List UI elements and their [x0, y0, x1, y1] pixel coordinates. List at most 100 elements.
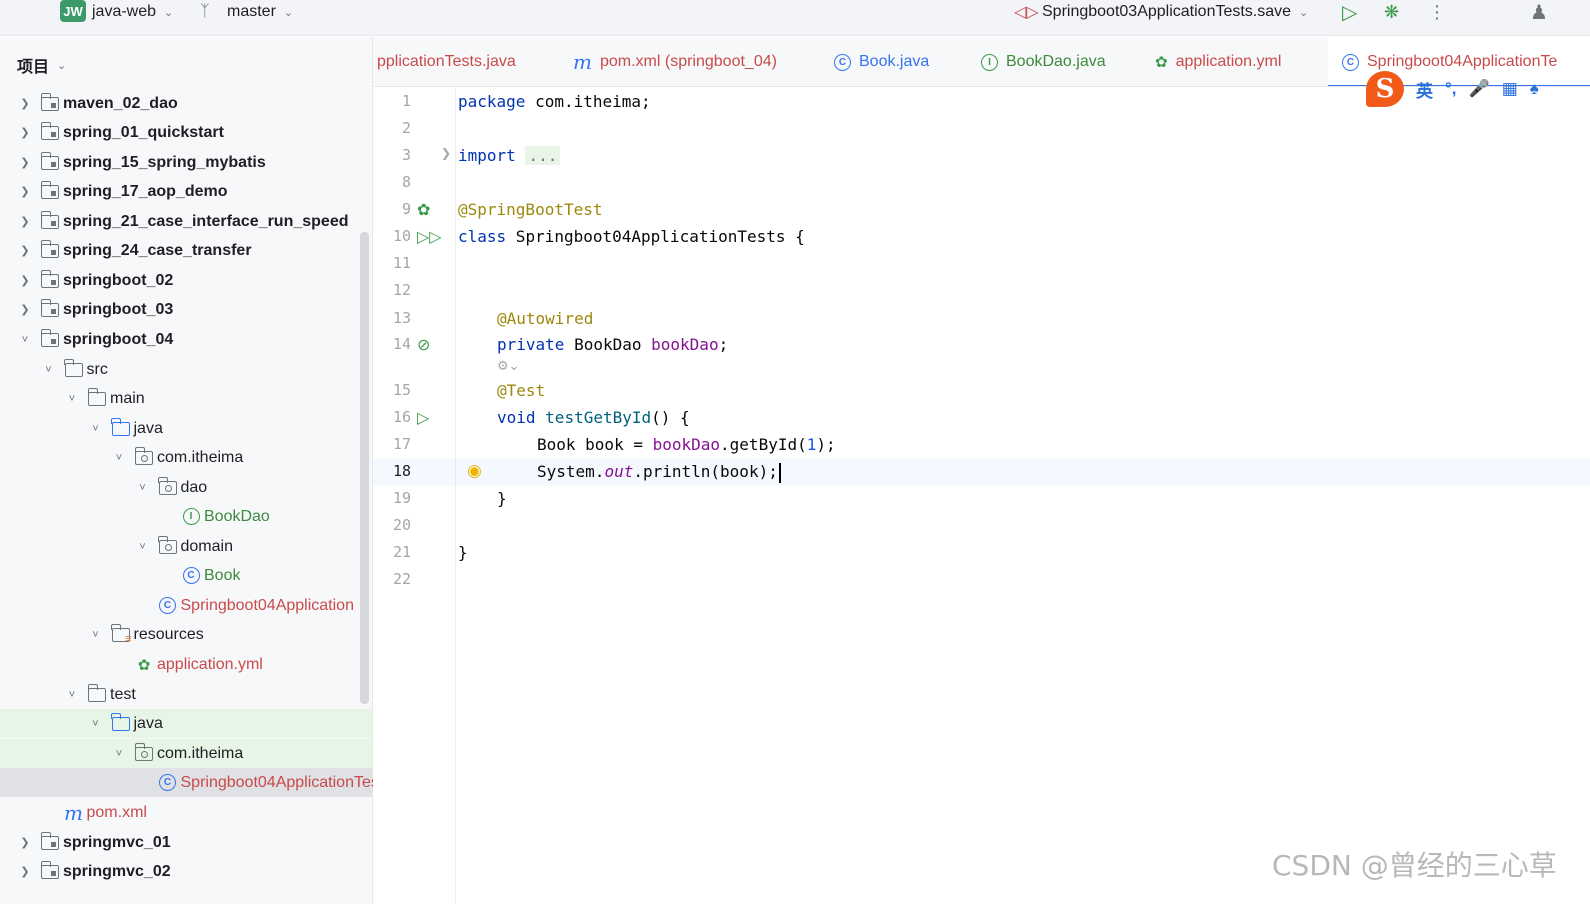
tree-item-label: java [133, 419, 163, 437]
project-badge[interactable]: JW [60, 0, 86, 22]
line-number: 17 [392, 435, 411, 453]
chevron-down-icon[interactable]: ˅ [42, 364, 56, 376]
chevron-right-icon[interactable]: ❯ [18, 97, 32, 110]
inlay-hint-icon[interactable]: ⚙⌄ [497, 358, 520, 374]
tab-pom-xml[interactable]: m pom.xml (springboot_04) [573, 37, 777, 86]
tree-item-label: domain [180, 537, 233, 555]
project-name: java-web [92, 3, 157, 20]
sogou-logo-icon[interactable]: S [1366, 71, 1404, 107]
sidebar-scrollbar[interactable] [360, 232, 369, 704]
chevron-right-icon[interactable]: ❯ [18, 244, 32, 257]
chevron-down-icon[interactable]: ˅ [136, 482, 150, 494]
tree-item-springboot04-application[interactable]: C Springboot04Application [0, 591, 372, 620]
chevron-right-icon[interactable]: ❯ [18, 865, 32, 878]
tree-item-springmvc-01[interactable]: ❯ springmvc_01 [0, 828, 372, 857]
chevron-down-icon[interactable]: ˅ [112, 452, 126, 464]
tree-item-spring-24-case-transfer[interactable]: ❯ spring_24_case_transfer [0, 236, 372, 265]
tree-item-spring-01-quickstart[interactable]: ❯ spring_01_quickstart [0, 118, 372, 147]
tree-item-src[interactable]: ˅ src [0, 355, 372, 384]
skin-icon[interactable]: ♠ [1530, 79, 1539, 99]
tree-item-main-package[interactable]: ˅ com.itheima [0, 443, 372, 472]
ime-language-toggle[interactable]: 英 [1416, 77, 1433, 102]
tree-item-dao[interactable]: ˅ dao [0, 473, 372, 502]
run-test-icon[interactable]: ▷ [417, 408, 429, 428]
tree-item-pom-xml[interactable]: m pom.xml [0, 798, 372, 827]
line-number: 10 [392, 227, 411, 245]
autowired-bean-icon[interactable]: ⊘ [417, 335, 430, 355]
spring-bean-icon[interactable]: ✿ [417, 200, 430, 220]
chevron-down-icon[interactable]: ˅ [18, 334, 32, 346]
tab-label: pplicationTests.java [377, 53, 516, 70]
tree-item-domain[interactable]: ˅ domain [0, 532, 372, 561]
tab-bookdao-java[interactable]: I BookDao.java [981, 37, 1106, 86]
main-menu-icon[interactable] [12, 2, 36, 22]
chevron-down-icon[interactable]: ˅ [136, 541, 150, 553]
tree-item-application-yml[interactable]: ✿ application.yml [0, 650, 372, 679]
tree-item-springboot-04[interactable]: ˅ springboot_04 [0, 325, 372, 354]
tree-item-test-package[interactable]: ˅ com.itheima [0, 739, 372, 768]
tree-item-test-java[interactable]: ˅ java [0, 709, 372, 738]
project-view-selector[interactable]: 项目 ⌄ [17, 53, 66, 77]
tree-item-springmvc-02[interactable]: ❯ springmvc_02 [0, 857, 372, 886]
chevron-down-icon[interactable]: ˅ [65, 393, 79, 405]
run-config-selector[interactable]: Springboot03ApplicationTests.save ⌄ [1042, 0, 1308, 24]
chevron-right-icon[interactable]: ❯ [18, 303, 32, 316]
tree-item-label: springboot_03 [63, 300, 174, 318]
tab-book-java[interactable]: C Book.java [834, 37, 929, 86]
chevron-down-icon: ⌄ [283, 6, 294, 19]
tree-item-spring-17-aop-demo[interactable]: ❯ spring_17_aop_demo [0, 177, 372, 206]
tree-item-label: com.itheima [157, 744, 244, 762]
chevron-right-icon[interactable]: ❯ [18, 836, 32, 849]
tab-springboot03-tests[interactable]: pplicationTests.java [377, 37, 516, 86]
keyboard-icon[interactable]: ▦ [1502, 79, 1518, 99]
folded-imports[interactable]: ... [525, 146, 561, 165]
interface-icon: I [181, 508, 201, 525]
fold-chevron-icon[interactable]: ❯ [441, 146, 451, 160]
class-icon: C [158, 774, 178, 791]
tree-item-label: spring_17_aop_demo [63, 182, 228, 200]
tree-item-springboot04-tests[interactable]: C Springboot04ApplicationTests [0, 768, 391, 797]
tree-item-label: spring_24_case_transfer [63, 241, 252, 259]
chevron-down-icon[interactable]: ˅ [89, 423, 103, 435]
add-user-icon[interactable]: ♟ [1530, 0, 1548, 24]
tree-item-label: springboot_02 [63, 271, 174, 289]
ime-punctuation-toggle[interactable]: °, [1445, 79, 1457, 99]
package-icon [134, 742, 154, 762]
more-options-icon[interactable]: ⋮ [1428, 0, 1446, 24]
tree-item-maven-02-dao[interactable]: ❯ maven_02_dao [0, 89, 372, 118]
chevron-right-icon[interactable]: ❯ [18, 185, 32, 198]
tree-item-resources[interactable]: ˅ resources [0, 620, 372, 649]
tree-item-book[interactable]: C Book [0, 561, 372, 590]
tree-item-spring-15-spring-mybatis[interactable]: ❯ spring_15_spring_mybatis [0, 148, 372, 177]
chevron-down-icon[interactable]: ˅ [89, 718, 103, 730]
tree-item-spring-21-case[interactable]: ❯ spring_21_case_interface_run_speed [0, 207, 372, 236]
chevron-right-icon[interactable]: ❯ [18, 156, 32, 169]
tree-item-label: Springboot04ApplicationTests [180, 773, 392, 791]
branch-selector[interactable]: master ⌄ [227, 0, 293, 24]
tree-item-label: resources [133, 625, 204, 643]
tree-item-main-java[interactable]: ˅ java [0, 414, 372, 443]
tree-item-springboot-02[interactable]: ❯ springboot_02 [0, 266, 372, 295]
chevron-down-icon[interactable]: ˅ [65, 689, 79, 701]
project-selector[interactable]: java-web ⌄ [92, 0, 173, 24]
chevron-right-icon[interactable]: ❯ [18, 126, 32, 139]
tab-application-yml[interactable]: ✿ application.yml [1155, 37, 1281, 86]
chevron-right-icon[interactable]: ❯ [18, 274, 32, 287]
microphone-icon[interactable]: 🎤 [1469, 79, 1490, 99]
chevron-down-icon[interactable]: ˅ [89, 629, 103, 641]
tree-item-label: src [86, 360, 108, 378]
tree-item-bookdao[interactable]: I BookDao [0, 502, 372, 531]
debug-icon[interactable]: ❋ [1384, 0, 1399, 24]
tree-item-label: spring_15_spring_mybatis [63, 153, 266, 171]
tree-item-springboot-03[interactable]: ❯ springboot_03 [0, 295, 372, 324]
chevron-down-icon[interactable]: ˅ [112, 748, 126, 760]
resources-folder-icon [111, 623, 131, 645]
run-icon[interactable]: ▷ [1342, 0, 1357, 24]
lightbulb-icon[interactable]: ◉ [467, 461, 482, 481]
code-line-14: private BookDao bookDao; [497, 335, 729, 354]
tree-item-main[interactable]: ˅ main [0, 384, 372, 413]
chevron-right-icon[interactable]: ❯ [18, 215, 32, 228]
tree-item-label: dao [180, 478, 208, 496]
tree-item-test[interactable]: ˅ test [0, 680, 372, 709]
run-test-class-icon[interactable]: ▷▷ [417, 227, 442, 247]
